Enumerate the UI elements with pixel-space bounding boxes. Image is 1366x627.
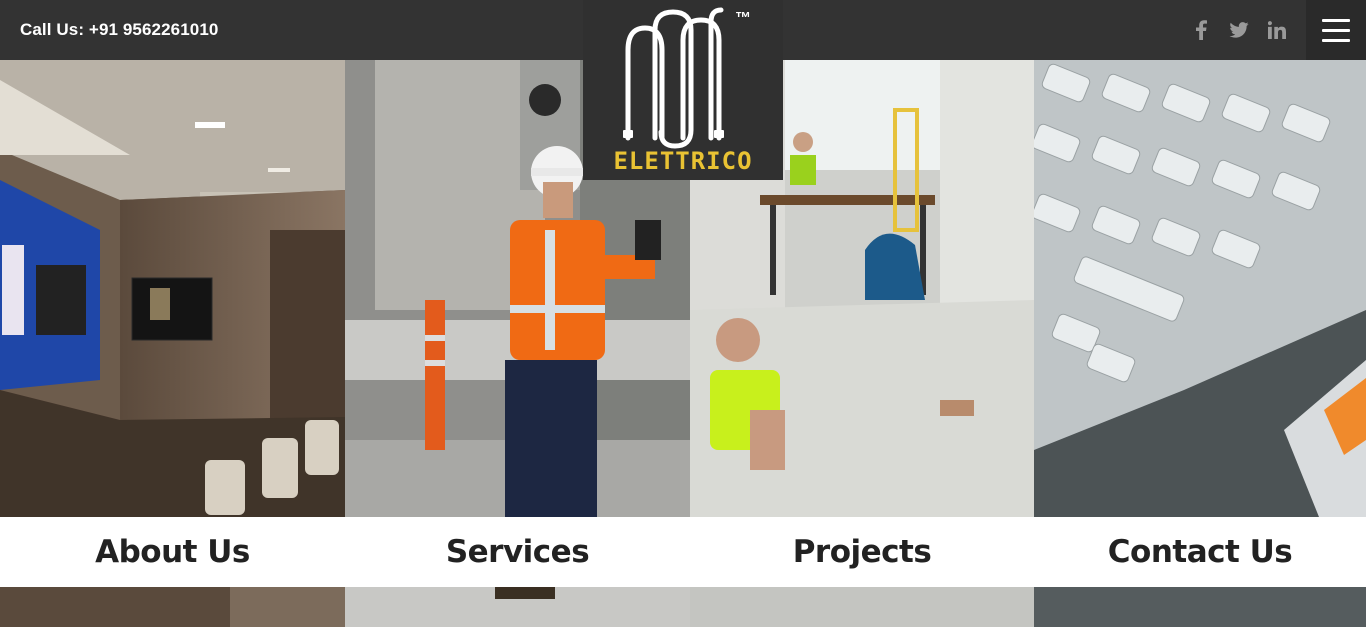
menu-line [1322, 38, 1350, 42]
panel-title-about-us[interactable]: About Us [95, 534, 250, 570]
linkedin-icon[interactable] [1266, 18, 1288, 42]
panel-title-projects[interactable]: Projects [793, 534, 932, 570]
twitter-icon[interactable] [1228, 18, 1250, 42]
panel-about-us[interactable]: About Us [0, 60, 345, 627]
panel-image-continued [1034, 587, 1366, 627]
panel-title-services[interactable]: Services [446, 534, 590, 570]
panel-label-band: Contact Us [1034, 517, 1366, 587]
panel-label-band: About Us [0, 517, 345, 587]
keyboard-image [1034, 60, 1366, 517]
panel-image-continued [690, 587, 1034, 627]
site-logo[interactable]: ™ ELETTRICO [583, 0, 783, 180]
plug-mark-icon [623, 7, 724, 149]
panel-image-continued [0, 587, 345, 627]
panel-title-contact-us[interactable]: Contact Us [1108, 534, 1293, 570]
hamburger-menu-icon[interactable] [1306, 0, 1366, 60]
trademark: ™ [735, 10, 751, 27]
social-links [1190, 18, 1288, 42]
panel-contact-us[interactable]: Contact Us [1034, 60, 1366, 627]
menu-line [1322, 18, 1350, 22]
call-us-text[interactable]: Call Us: +91 9562261010 [20, 20, 218, 40]
panel-image-continued [345, 587, 690, 627]
panel-label-band: Projects [690, 517, 1034, 587]
facebook-icon[interactable] [1190, 18, 1212, 42]
menu-line [1322, 28, 1350, 32]
panel-label-band: Services [345, 517, 690, 587]
logo-wordmark: ELETTRICO [613, 147, 753, 175]
conference-room-image [0, 60, 345, 517]
